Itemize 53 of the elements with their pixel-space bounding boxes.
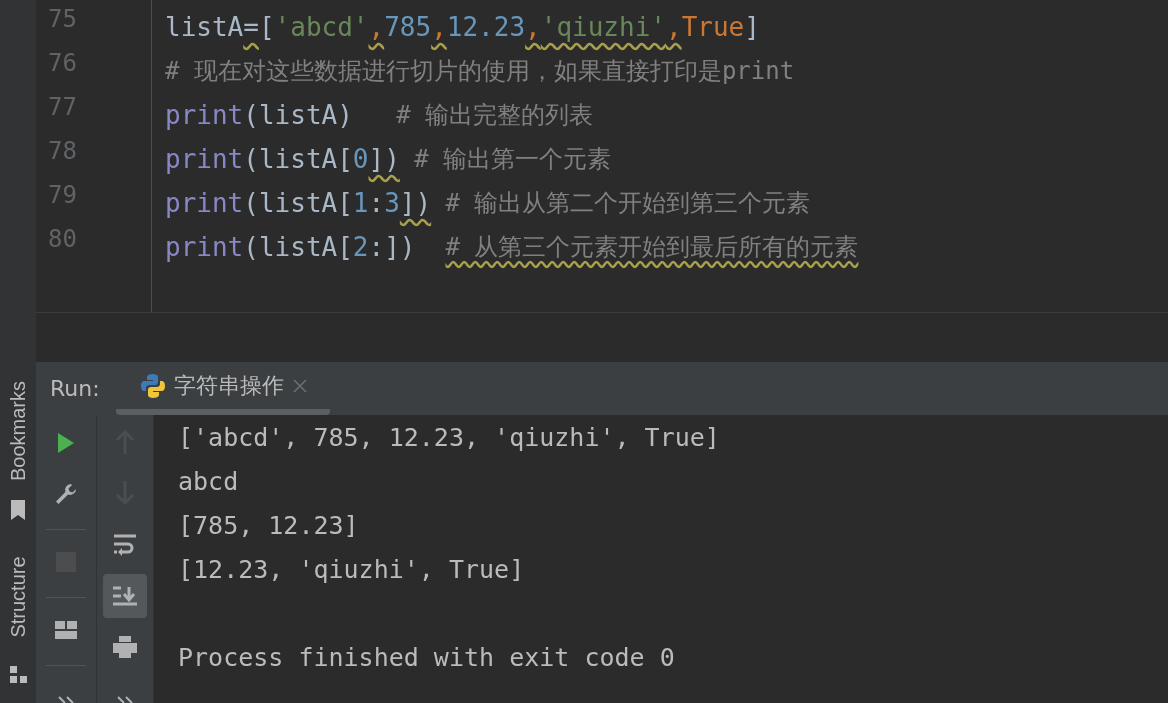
code-token: [	[258, 11, 275, 44]
code-token: print	[165, 187, 244, 220]
code-token: 1	[352, 187, 369, 220]
code-token: 785	[384, 11, 432, 44]
code-token: # 现在对这些数据进行切片的使用，如果直接打印是print	[165, 56, 795, 87]
code-token: # 从第三个元素开始到最后所有的元素	[445, 232, 859, 263]
bookmark-icon	[8, 498, 28, 520]
code-token: 'qiuzhi'	[540, 11, 666, 44]
code-token: print	[165, 143, 244, 176]
code-token: ,	[431, 11, 447, 44]
code-token: =	[243, 11, 259, 44]
close-icon[interactable]	[292, 377, 308, 394]
side-tab[interactable]: Structure	[6, 538, 30, 686]
code-token: :	[368, 187, 385, 220]
code-token: 'abcd'	[274, 11, 369, 44]
code-token: ,	[665, 11, 682, 44]
code-token: listA	[165, 11, 244, 44]
structure-icon	[8, 664, 28, 686]
code-token: (listA[	[243, 231, 353, 264]
code-token: ,	[525, 11, 541, 44]
console-line: Process finished with exit code 0	[178, 642, 676, 674]
line-number: 78	[47, 137, 78, 167]
scroll-to-end-button[interactable]	[103, 574, 147, 618]
code-token: True	[681, 11, 745, 44]
console-line: abcd	[178, 466, 240, 498]
code-token: 2	[352, 231, 369, 264]
code-token: (listA[	[243, 187, 353, 220]
code-token: print	[165, 231, 244, 264]
panel-title: Run:	[49, 376, 101, 401]
line-number: 77	[47, 93, 78, 123]
code-token: :])	[368, 231, 416, 264]
line-number: 79	[47, 181, 78, 211]
line-number: 76	[47, 49, 78, 79]
line-number: 75	[47, 5, 78, 35]
code-token: 12.23	[446, 11, 526, 44]
console-line: [785, 12.23]	[178, 510, 360, 542]
line-number: 80	[47, 225, 78, 255]
code-token: # 输出从第二个开始到第三个元素	[444, 188, 811, 219]
code-token: 0	[352, 143, 369, 176]
code-token: (listA)	[243, 99, 353, 132]
code-token: ]	[744, 11, 760, 44]
console-line: [12.23, 'qiuzhi', True]	[178, 554, 526, 586]
code-token: ])	[399, 187, 432, 220]
side-tab[interactable]: Bookmarks	[6, 372, 30, 520]
code-token: ])	[368, 143, 400, 176]
code-token: ,	[368, 11, 385, 44]
code-token: # 输出完整的列表	[395, 100, 594, 131]
python-icon	[140, 372, 166, 399]
code-token: (listA[	[243, 143, 353, 176]
console-line: ['abcd', 785, 12.23, 'qiuzhi', True]	[178, 422, 720, 454]
code-token: 3	[384, 187, 400, 220]
code-token: # 输出第一个元素	[413, 144, 612, 175]
code-token: print	[165, 99, 244, 132]
